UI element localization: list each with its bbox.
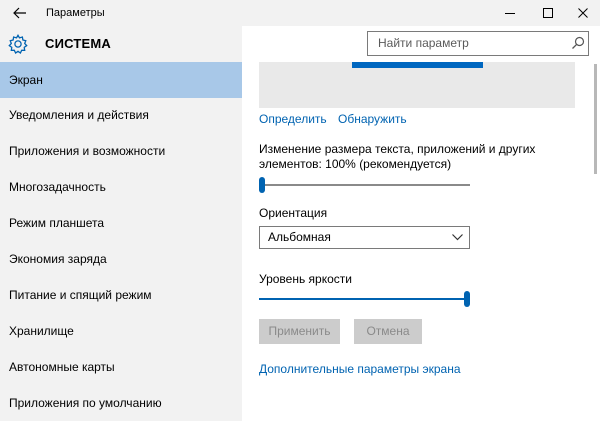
search-icon[interactable] [571,36,585,50]
orientation-dropdown[interactable]: Альбомная [259,226,470,249]
chevron-down-icon [452,234,463,241]
maximize-icon [543,8,553,18]
minimize-button[interactable] [493,0,527,26]
sidebar-item-power-sleep[interactable]: Питание и спящий режим [0,277,242,313]
identify-link[interactable]: Определить [259,112,327,126]
sidebar-item-label: Экран [9,73,43,87]
sidebar-item-label: Хранилище [9,324,74,338]
sidebar-item-label: Экономия заряда [9,252,107,266]
orientation-label: Ориентация [259,206,328,220]
search-input[interactable]: Найти параметр [367,31,589,56]
sidebar-item-default-apps[interactable]: Приложения по умолчанию [0,385,242,421]
sidebar-item-label: Многозадачность [9,180,106,194]
cancel-button[interactable]: Отмена [354,319,422,344]
back-button[interactable] [0,0,40,26]
window-title: Параметры [46,7,105,19]
sidebar-item-label: Уведомления и действия [9,108,149,122]
gear-icon [8,33,28,54]
sidebar-item-storage[interactable]: Хранилище [0,313,242,349]
sidebar-item-apps[interactable]: Приложения и возможности [0,133,242,169]
brightness-slider-fill [259,298,467,300]
scrollbar-thumb[interactable] [594,64,597,174]
sidebar-item-battery-saver[interactable]: Экономия заряда [0,241,242,277]
close-button[interactable] [566,0,600,26]
scale-label-line2: элементов: 100% (рекомендуется) [259,157,452,171]
brightness-label: Уровень яркости [259,272,352,286]
close-icon [578,8,588,18]
sidebar-item-label: Приложения по умолчанию [9,396,162,410]
detect-link[interactable]: Обнаружить [338,112,407,126]
scale-slider-thumb[interactable] [259,177,265,193]
sidebar-item-screen[interactable]: Экран [0,62,242,98]
scrollbar[interactable] [592,62,600,421]
minimize-icon [505,13,515,14]
sidebar-item-label: Автономные карты [9,360,115,374]
back-arrow-icon [13,7,26,19]
sidebar-item-label: Питание и спящий режим [9,288,152,302]
brightness-slider-thumb[interactable] [464,291,470,307]
display-preview [259,62,575,108]
maximize-button[interactable] [531,0,565,26]
search-placeholder: Найти параметр [378,36,469,50]
sidebar-item-tablet-mode[interactable]: Режим планшета [0,205,242,241]
sidebar-item-multitasking[interactable]: Многозадачность [0,169,242,205]
page-title: СИСТЕМА [45,36,112,51]
monitor-1-tile[interactable] [352,62,483,68]
sidebar-item-offline-maps[interactable]: Автономные карты [0,349,242,385]
sidebar-item-label: Режим планшета [9,216,105,230]
title-bar: Параметры [0,0,600,26]
sidebar-item-notifications[interactable]: Уведомления и действия [0,97,242,133]
apply-button[interactable]: Применить [259,319,340,344]
scale-label-line1: Изменение размера текста, приложений и д… [259,142,536,156]
orientation-value: Альбомная [268,230,331,244]
sidebar-item-label: Приложения и возможности [9,144,166,158]
advanced-display-settings-link[interactable]: Дополнительные параметры экрана [259,362,461,376]
scale-slider-track[interactable] [259,184,470,186]
